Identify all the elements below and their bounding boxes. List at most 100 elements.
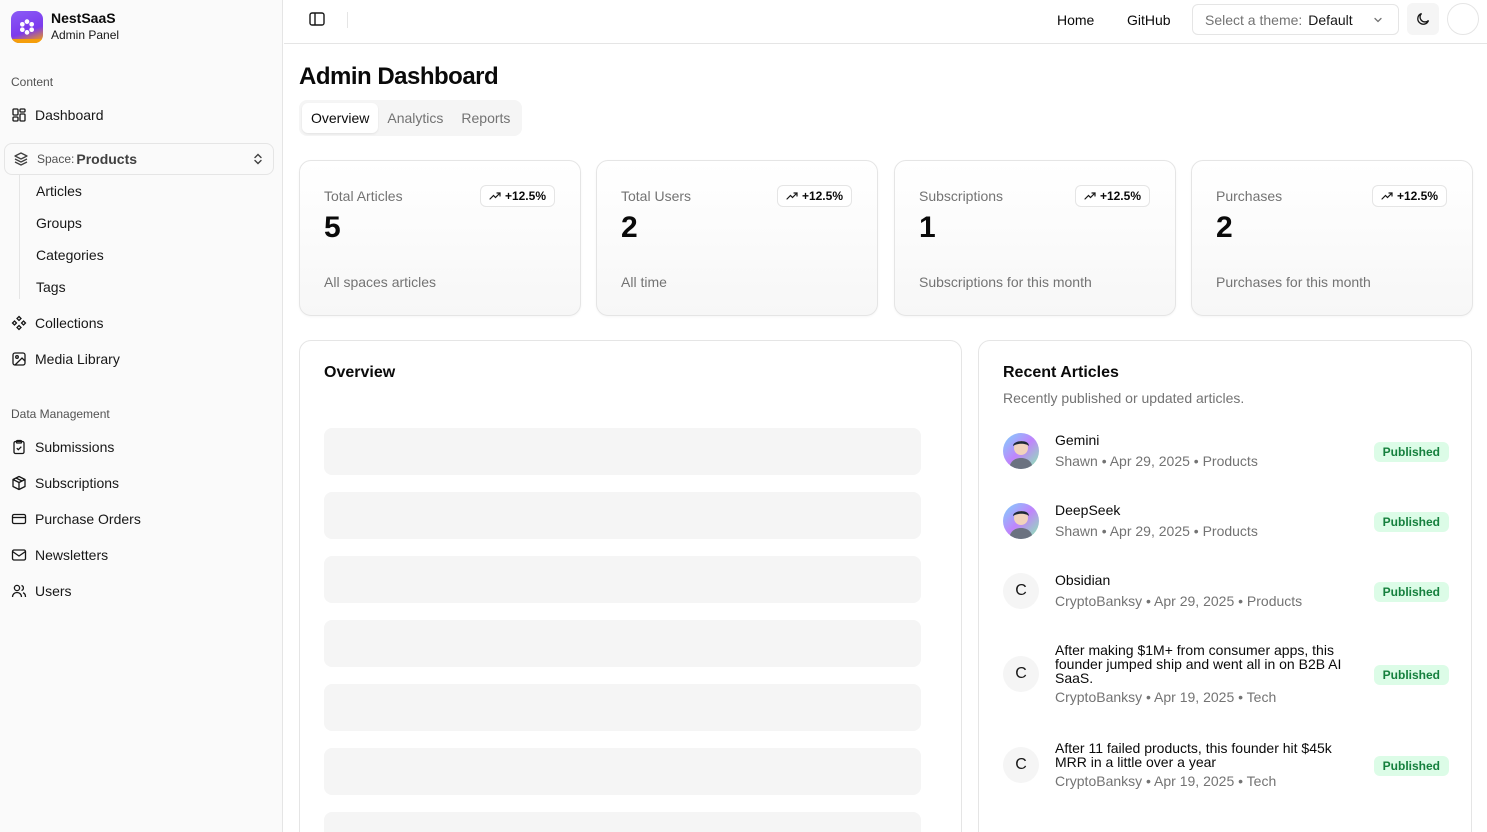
stat-title: Total Articles xyxy=(324,188,403,204)
chevron-down-icon xyxy=(1374,17,1382,23)
status-badge: Published xyxy=(1373,442,1449,462)
image-icon xyxy=(11,351,27,367)
sidebar-item-users[interactable]: Users xyxy=(11,579,72,603)
sidebar-item-newsletters[interactable]: Newsletters xyxy=(11,543,108,567)
brand[interactable]: NestSaaS Admin Panel xyxy=(11,10,119,44)
article-meta: CryptoBanksy • Apr 19, 2025 • Tech xyxy=(1055,773,1277,789)
stat-card-subscriptions: Subscriptions +12.5% 1 Subscriptions for… xyxy=(894,160,1176,316)
article-item[interactable]: C After making $1M+ from consumer apps, … xyxy=(1003,641,1449,707)
stat-card-purchases: Purchases +12.5% 2 Purchases for this mo… xyxy=(1191,160,1473,316)
status-badge: Published xyxy=(1373,665,1449,685)
space-selector[interactable]: Space: Products xyxy=(4,143,274,175)
theme-value: Default xyxy=(1308,11,1353,28)
clipboard-check-icon xyxy=(11,439,27,455)
sidebar-item-purchase-orders[interactable]: Purchase Orders xyxy=(11,507,141,531)
article-meta: CryptoBanksy • Apr 19, 2025 • Tech xyxy=(1055,689,1277,705)
space-prefix: Space: xyxy=(37,152,75,166)
skeleton-row xyxy=(324,492,921,539)
article-title: After making $1M+ from consumer apps, th… xyxy=(1055,642,1342,686)
dashboard-icon xyxy=(11,107,27,123)
package-icon xyxy=(11,475,27,491)
stat-title: Subscriptions xyxy=(919,188,1004,204)
sidebar-item-tags[interactable]: Tags xyxy=(36,279,66,295)
overview-card: Overview xyxy=(299,340,962,832)
sidebar-item-label: Collections xyxy=(35,315,104,331)
tab-analytics[interactable]: Analytics xyxy=(378,103,452,133)
component-icon xyxy=(11,315,27,331)
status-badge: Published xyxy=(1373,756,1449,776)
sidebar-item-groups[interactable]: Groups xyxy=(36,215,82,231)
sidebar-item-media-library[interactable]: Media Library xyxy=(11,347,120,371)
user-avatar-button[interactable] xyxy=(1447,3,1479,35)
trending-up-icon xyxy=(1381,192,1393,200)
sidebar-item-label: Newsletters xyxy=(35,547,109,563)
tab-reports[interactable]: Reports xyxy=(452,103,519,133)
logo-icon xyxy=(11,11,43,43)
skeleton-row xyxy=(324,428,921,475)
dark-mode-toggle[interactable] xyxy=(1407,3,1439,35)
stat-value: 1 xyxy=(919,211,936,244)
sidebar-item-label: Submissions xyxy=(35,439,115,455)
users-icon xyxy=(11,583,27,599)
skeleton-row xyxy=(324,556,921,603)
sidebar-toggle-icon[interactable] xyxy=(308,10,326,28)
group-label-content: Content xyxy=(11,75,54,89)
page-title: Admin Dashboard xyxy=(299,63,499,90)
sidebar-item-label: Users xyxy=(35,583,72,599)
article-meta: CryptoBanksy • Apr 29, 2025 • Products xyxy=(1055,593,1303,609)
article-item[interactable]: C Obsidian CryptoBanksy • Apr 29, 2025 •… xyxy=(1003,571,1449,611)
trending-up-icon xyxy=(1084,192,1096,200)
header-divider xyxy=(347,12,348,28)
sidebar-item-subscriptions[interactable]: Subscriptions xyxy=(11,471,119,495)
author-avatar: C xyxy=(1003,747,1039,783)
sidebar-item-articles[interactable]: Articles xyxy=(36,183,82,199)
sidebar-item-label: Dashboard xyxy=(35,107,104,123)
sidebar-item-collections[interactable]: Collections xyxy=(11,311,103,335)
trend-value: +12.5% xyxy=(1396,189,1438,203)
theme-label: Select a theme: xyxy=(1205,11,1303,28)
stat-value: 2 xyxy=(1216,211,1233,244)
author-avatar xyxy=(1003,503,1039,539)
trend-value: +12.5% xyxy=(504,189,546,203)
author-avatar xyxy=(1003,433,1039,469)
skeleton-row xyxy=(324,620,921,667)
sidebar-item-submissions[interactable]: Submissions xyxy=(11,435,114,459)
article-meta: Shawn • Apr 29, 2025 • Products xyxy=(1055,453,1258,469)
stat-title: Total Users xyxy=(621,188,692,204)
sidebar-item-categories[interactable]: Categories xyxy=(36,247,104,263)
skeleton-row xyxy=(324,812,921,832)
stat-value: 2 xyxy=(621,211,638,244)
stat-footer: All time xyxy=(621,274,667,290)
stat-footer: All spaces articles xyxy=(324,274,437,290)
article-item[interactable]: DeepSeek Shawn • Apr 29, 2025 • Products… xyxy=(1003,501,1449,541)
article-meta: Shawn • Apr 29, 2025 • Products xyxy=(1055,523,1258,539)
chevrons-up-down-icon xyxy=(254,153,262,165)
recent-articles-card: Recent Articles Recently published or up… xyxy=(978,340,1472,832)
home-link[interactable]: Home xyxy=(1057,12,1094,28)
trend-value: +12.5% xyxy=(801,189,843,203)
status-badge: Published xyxy=(1373,582,1449,602)
theme-select[interactable]: Select a theme: Default xyxy=(1192,4,1399,35)
recent-articles-description: Recently published or updated articles. xyxy=(1003,390,1245,406)
github-link[interactable]: GitHub xyxy=(1127,12,1171,28)
tree-line xyxy=(19,175,20,299)
article-title: Obsidian xyxy=(1055,572,1111,588)
author-avatar: C xyxy=(1003,656,1039,692)
space-value: Products xyxy=(76,151,138,167)
trend-value: +12.5% xyxy=(1099,189,1141,203)
sidebar-item-dashboard[interactable]: Dashboard xyxy=(11,103,104,127)
tab-overview[interactable]: Overview xyxy=(302,103,379,133)
moon-icon xyxy=(1417,12,1430,25)
sidebar-item-label: Purchase Orders xyxy=(35,511,141,527)
article-item[interactable]: Gemini Shawn • Apr 29, 2025 • Products P… xyxy=(1003,431,1449,471)
stat-footer: Purchases for this month xyxy=(1216,274,1371,290)
skeleton-row xyxy=(324,684,921,731)
overview-title: Overview xyxy=(324,364,396,381)
skeleton-row xyxy=(324,748,921,795)
layers-icon xyxy=(13,151,29,167)
article-item[interactable]: C After 11 failed products, this founder… xyxy=(1003,739,1449,791)
stat-card-total-users: Total Users +12.5% 2 All time xyxy=(596,160,878,316)
article-title: After 11 failed products, this founder h… xyxy=(1055,740,1332,770)
author-avatar: C xyxy=(1003,573,1039,609)
brand-subtitle: Admin Panel xyxy=(51,28,120,42)
